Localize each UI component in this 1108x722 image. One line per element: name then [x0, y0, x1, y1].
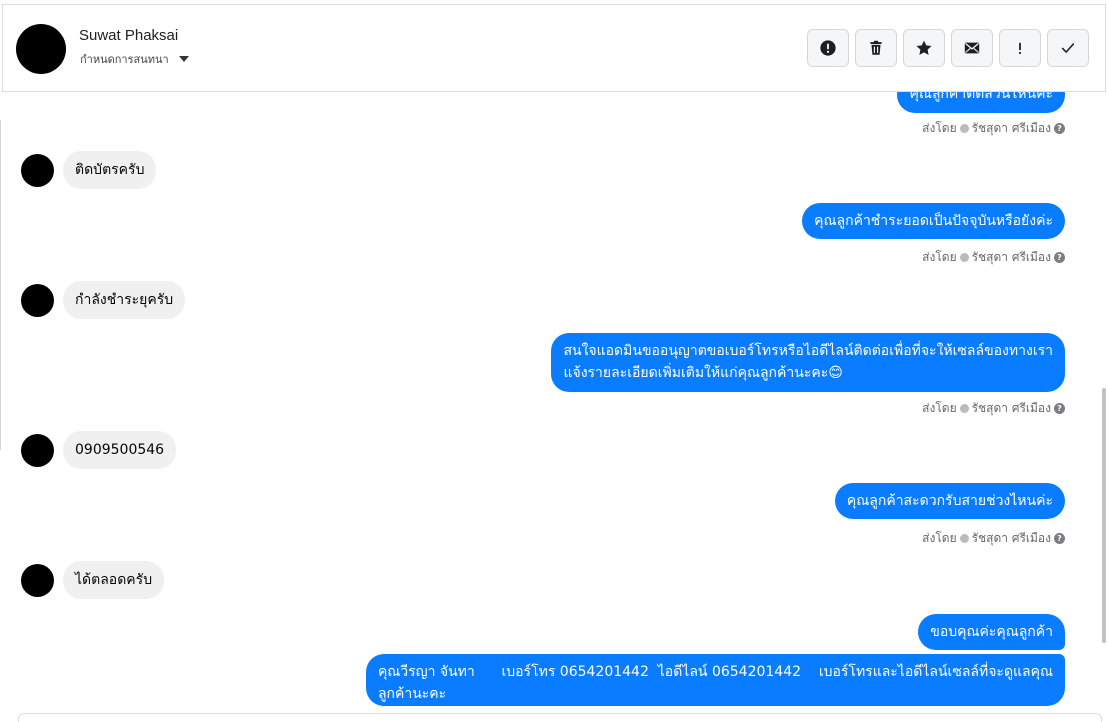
help-icon[interactable]: ? [1054, 533, 1065, 544]
star-button[interactable] [903, 29, 945, 67]
outgoing-message: สนใจแอดมินขออนุญาตขอเบอร์โทรหรือไอดีไลน์… [551, 333, 1065, 392]
checkmark-icon [1061, 43, 1075, 53]
page-icon [959, 404, 969, 413]
message-bubble: 0909500546 [63, 431, 177, 469]
help-icon[interactable]: ? [1054, 403, 1065, 414]
follow-up-button[interactable] [999, 29, 1041, 67]
sender-name: รัชสุดา ศรีเมือง [971, 401, 1051, 415]
avatar[interactable] [16, 24, 66, 74]
header-actions [807, 29, 1089, 67]
envelope-icon [964, 42, 980, 54]
caret-down-icon [178, 56, 189, 62]
avatar[interactable] [21, 283, 54, 317]
alert-circle-icon [820, 40, 836, 56]
message-text-line: คุณวีรญา จันทา เบอร์โทร 0654201442 ไอดีไ… [377, 664, 1053, 680]
delete-button[interactable] [855, 29, 897, 67]
message-thread: คุณลูกค้าติดส่วนไหนคะ ส่งโดย รัชสุดา ศรี… [0, 92, 1100, 719]
sender-name: รัชสุดา ศรีเมือง [971, 250, 1051, 264]
outgoing-message: คุณลูกค้าติดส่วนไหนคะ [897, 92, 1065, 113]
help-icon[interactable]: ? [1054, 123, 1065, 134]
sender-name: รัชสุดา ศรีเมือง [971, 121, 1051, 135]
outgoing-message: คุณวีรญา จันทา เบอร์โทร 0654201442 ไอดีไ… [365, 654, 1065, 706]
message-bubble: กำลังชำระยุครับ [63, 281, 186, 319]
sender-info: ส่งโดย รัชสุดา ศรีเมือง ? [922, 119, 1065, 138]
contact-name[interactable]: Suwat Phaksai [79, 27, 178, 44]
exclamation-icon [1018, 42, 1022, 55]
message-text: ขอบคุณค่ะคุณลูกค้า [930, 624, 1053, 640]
page-icon [959, 124, 969, 133]
sender-info: ส่งโดย รัชสุดา ศรีเมือง ? [922, 529, 1065, 548]
message-composer[interactable] [18, 713, 1102, 722]
avatar[interactable] [21, 433, 54, 467]
sent-by-label: ส่งโดย [922, 401, 957, 415]
message-text-line: ลูกค้านะคะ [377, 686, 447, 702]
mark-done-button[interactable] [1047, 29, 1089, 67]
trash-icon [870, 40, 882, 55]
scrollbar[interactable] [1102, 388, 1106, 643]
inbox-conversation-view: Suwat Phaksai กำหนดการสนทนา คุณลูกค้าติด… [0, 0, 1108, 722]
incoming-message: ได้ตลอดครับ [21, 561, 165, 599]
outgoing-message: คุณลูกค้าสะดวกรับสายช่วงไหนค่ะ [834, 483, 1065, 519]
message-text: คุณลูกค้าสะดวกรับสายช่วงไหนค่ะ [846, 493, 1053, 509]
star-icon [916, 40, 932, 55]
sender-info: ส่งโดย รัชสุดา ศรีเมือง ? [922, 248, 1065, 267]
incoming-message: กำลังชำระยุครับ [21, 281, 186, 319]
outgoing-message: คุณลูกค้าชำระยอดเป็นปัจจุบันหรือยังค่ะ [802, 203, 1065, 239]
incoming-message: 0909500546 [21, 431, 177, 469]
message-bubble: ได้ตลอดครับ [63, 561, 165, 599]
message-text-line: แจ้งรายละเอียดเพิ่มเติมให้แก่คุณลูกค้านะ… [563, 365, 843, 381]
page-icon [959, 534, 969, 543]
message-text: คุณลูกค้าติดส่วนไหนคะ [909, 92, 1053, 102]
assign-label: กำหนดการสนทนา [80, 53, 169, 66]
conversation-header: Suwat Phaksai กำหนดการสนทนา [2, 4, 1106, 92]
sent-by-label: ส่งโดย [922, 250, 957, 264]
incoming-message: ติดบัตรครับ [21, 151, 157, 189]
avatar[interactable] [21, 563, 54, 597]
sender-info: ส่งโดย รัชสุดา ศรีเมือง ? [922, 399, 1065, 418]
help-icon[interactable]: ? [1054, 252, 1065, 263]
mark-spam-button[interactable] [807, 29, 849, 67]
page-icon [959, 253, 969, 262]
message-text: คุณลูกค้าชำระยอดเป็นปัจจุบันหรือยังค่ะ [814, 213, 1053, 229]
assign-conversation-dropdown[interactable]: กำหนดการสนทนา [80, 50, 189, 68]
message-bubble: ติดบัตรครับ [63, 151, 157, 189]
outgoing-message: ขอบคุณค่ะคุณลูกค้า [918, 614, 1065, 650]
sender-name: รัชสุดา ศรีเมือง [971, 531, 1051, 545]
sent-by-label: ส่งโดย [922, 531, 957, 545]
sent-by-label: ส่งโดย [922, 121, 957, 135]
mark-unread-button[interactable] [951, 29, 993, 67]
avatar[interactable] [21, 153, 54, 187]
message-text-line: สนใจแอดมินขออนุญาตขอเบอร์โทรหรือไอดีไลน์… [563, 343, 1053, 359]
